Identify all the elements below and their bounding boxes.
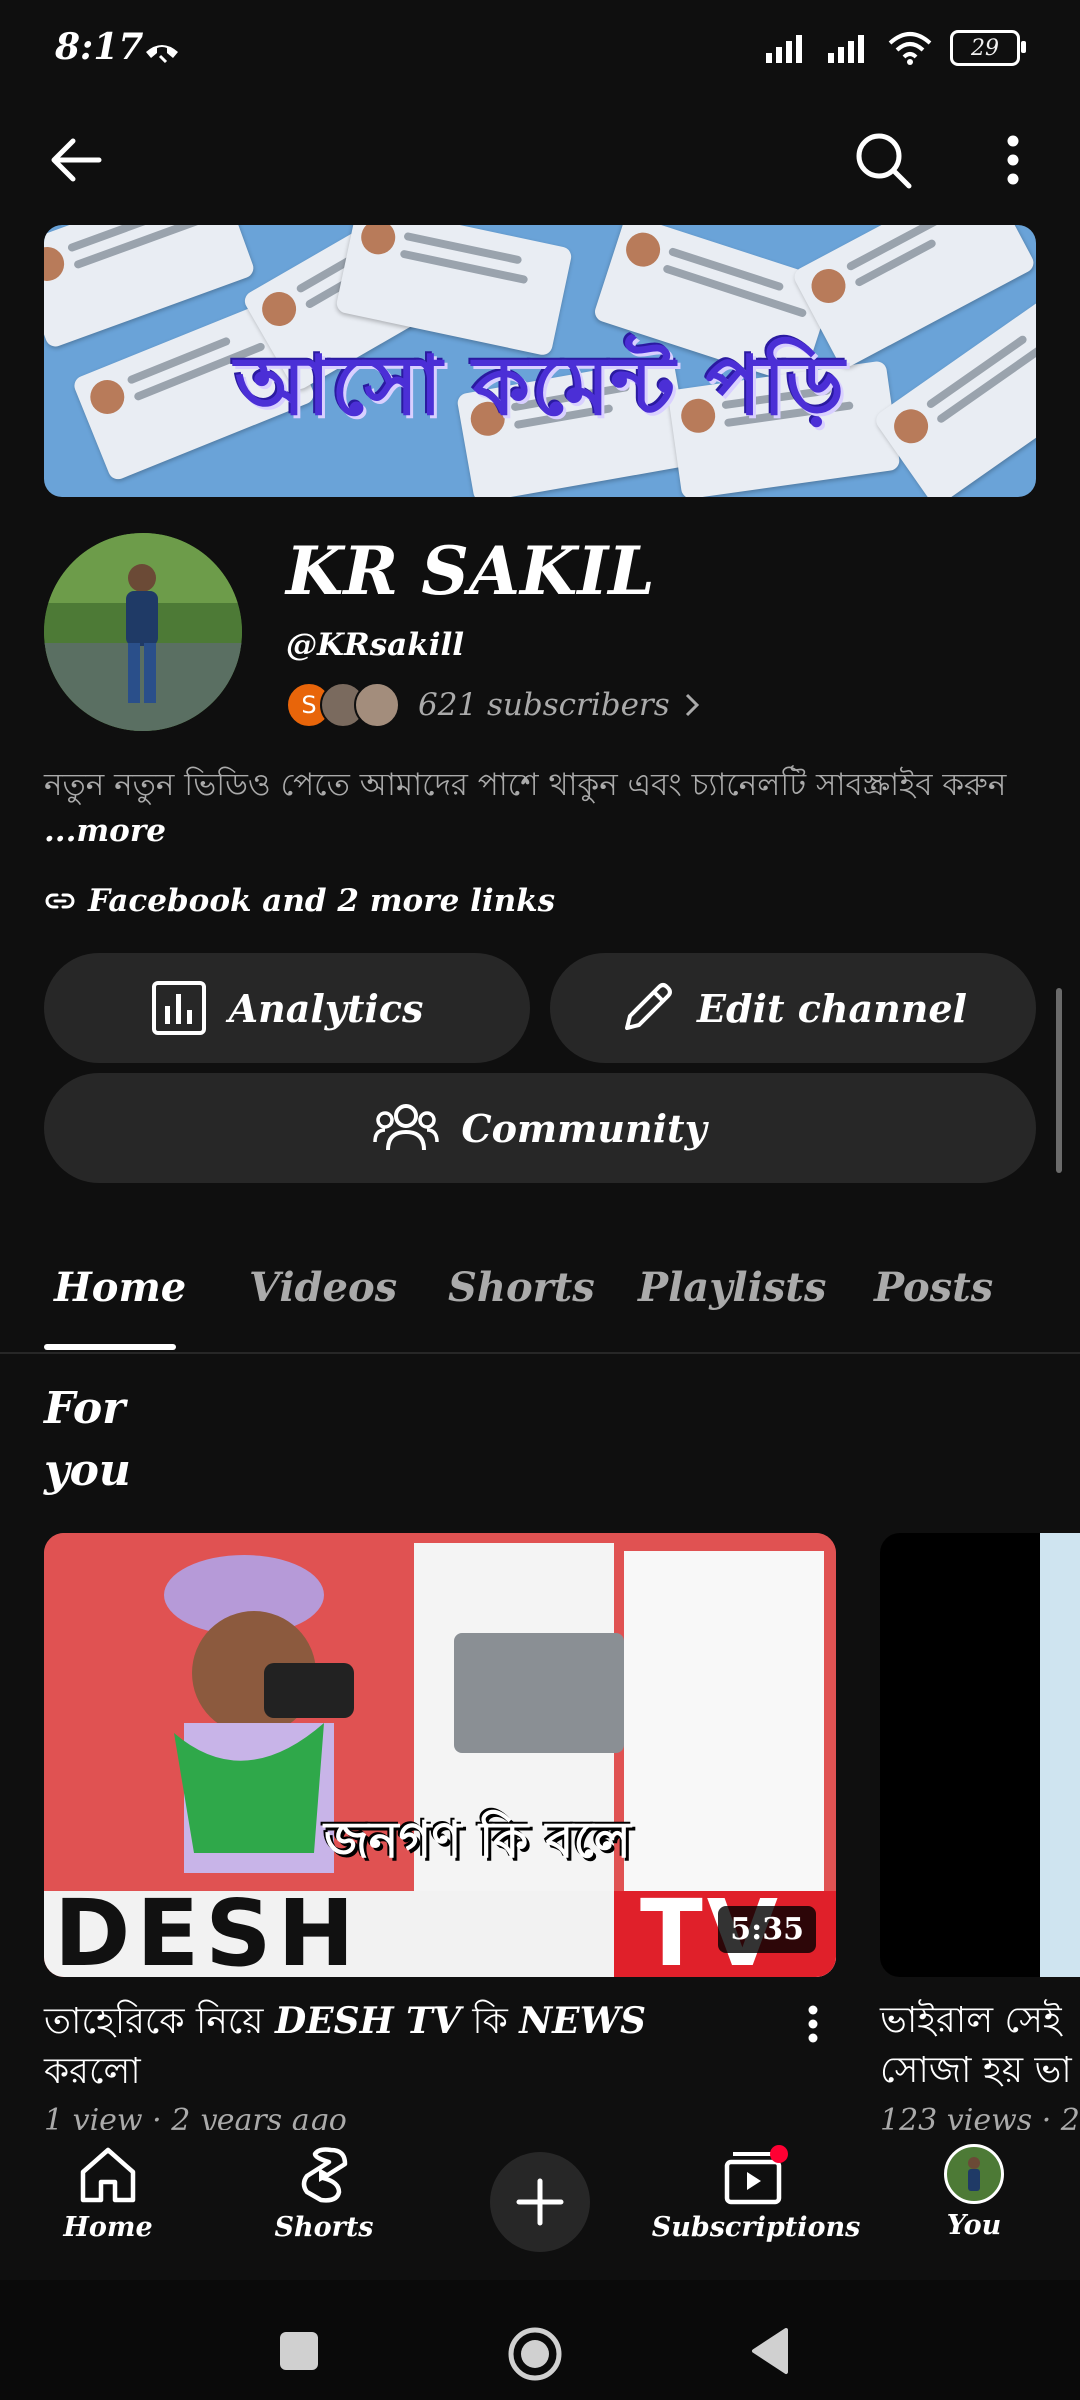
home-icon: [80, 2147, 136, 2203]
video-title-text: করলো: [44, 2051, 141, 2092]
subscriptions-icon: [724, 2145, 788, 2205]
tab-shorts[interactable]: Shorts: [448, 1264, 595, 1311]
subscribers-row[interactable]: S 621 subscribers: [286, 682, 700, 728]
search-icon: [856, 133, 912, 189]
subscriber-avatar: [354, 682, 400, 728]
recents-button[interactable]: [280, 2332, 318, 2370]
create-button[interactable]: [490, 2152, 590, 2252]
nav-home-label: Home: [63, 2212, 153, 2243]
edit-channel-label: Edit channel: [696, 985, 967, 1031]
nav-shorts[interactable]: Shorts: [234, 2144, 414, 2243]
back-arrow-icon: [51, 138, 102, 182]
video-more-button[interactable]: [806, 2004, 820, 2048]
subscriber-count: 621 subscribers: [418, 687, 670, 723]
channel-links[interactable]: Facebook and 2 more links: [44, 883, 555, 919]
search-button[interactable]: [848, 125, 918, 195]
profile-avatar: [944, 2144, 1004, 2204]
thumbnail-strip: [1040, 1533, 1080, 1977]
edit-channel-button[interactable]: Edit channel: [550, 953, 1036, 1063]
video-title-text: সোজা হয় ভা: [880, 2050, 1072, 2091]
more-link[interactable]: ...more: [44, 813, 166, 849]
tab-posts[interactable]: Posts: [874, 1264, 993, 1311]
signal-icon: [766, 35, 802, 63]
more-options-button[interactable]: [978, 125, 1048, 195]
back-triangle-icon: [752, 2328, 788, 2374]
video-title[interactable]: তাহেরিকে নিয়ে DESH TV কি NEWS করলো: [44, 1996, 784, 2097]
analytics-icon: [151, 981, 206, 1035]
more-vert-icon: [1007, 135, 1019, 185]
video-title-text: কি: [460, 2001, 520, 2042]
channel-description[interactable]: নতুন নতুন ভিডিও পেতে আমাদের পাশে থাকুন এ…: [44, 762, 1034, 854]
home-circle-icon: [508, 2327, 562, 2381]
thumbnail-caption: জনগণ কি বলে: [324, 1811, 631, 1869]
video-title-text: ভাইরাল সেই: [880, 2000, 1062, 2041]
video-title[interactable]: ভাইরাল সেই সোজা হয় ভা: [880, 1996, 1080, 2096]
banner-title: আসো কমেন্ট পড়ি: [234, 339, 846, 434]
thumbnail-brand-left: DESH: [54, 1880, 361, 1978]
scrollbar[interactable]: [1056, 988, 1062, 1173]
section-title: For you: [44, 1378, 131, 1502]
channel-tabs: Home Videos Shorts Playlists Posts: [0, 1240, 1080, 1354]
analytics-button[interactable]: Analytics: [44, 953, 530, 1063]
video-thumbnail[interactable]: জনগণ কি বলে DESH TV 5:35: [44, 1533, 836, 1977]
links-label: Facebook and 2 more links: [88, 883, 556, 919]
status-time: 8:17: [55, 26, 144, 68]
nav-you-label: You: [946, 2210, 1002, 2241]
section-title-line2: you: [44, 1445, 131, 1496]
tab-home[interactable]: Home: [54, 1264, 186, 1311]
back-system-button[interactable]: [748, 2326, 790, 2380]
channel-handle: @KRsakill: [286, 627, 465, 663]
home-system-button[interactable]: [507, 2326, 563, 2386]
video-title-text: NEWS: [519, 2000, 647, 2042]
bottom-navigation: Home Shorts Subscriptions You: [0, 2130, 1080, 2280]
call-forward-icon: [142, 34, 182, 68]
channel-name: KR SAKIL: [286, 532, 655, 610]
link-icon: [45, 893, 75, 909]
status-icons: 29: [764, 30, 1026, 66]
video-duration: 5:35: [718, 1906, 816, 1953]
signal-icon-2: [828, 35, 864, 63]
plus-icon: [516, 2178, 564, 2226]
video-title-text: তাহেরিকে নিয়ে: [44, 2001, 275, 2042]
community-label: Community: [461, 1105, 707, 1151]
shorts-icon: [301, 2147, 348, 2203]
nav-subscriptions[interactable]: Subscriptions: [652, 2144, 860, 2243]
nav-you[interactable]: You: [884, 2144, 1064, 2241]
battery-indicator: 29: [950, 30, 1026, 66]
community-icon: [373, 1104, 440, 1151]
nav-shorts-label: Shorts: [274, 2212, 374, 2243]
nav-home[interactable]: Home: [18, 2144, 198, 2243]
chevron-right-icon: [685, 693, 699, 717]
video-title-text: DESH TV: [274, 2000, 461, 2042]
wifi-icon: [888, 32, 932, 65]
system-navigation-bar: [0, 2280, 1080, 2400]
section-title-line1: For: [44, 1383, 126, 1434]
active-tab-indicator: [44, 1344, 176, 1350]
community-button[interactable]: Community: [44, 1073, 1036, 1183]
analytics-label: Analytics: [228, 985, 424, 1031]
video-thumbnail[interactable]: [880, 1533, 1080, 1977]
nav-subscriptions-label: Subscriptions: [651, 2212, 861, 2243]
tab-playlists[interactable]: Playlists: [638, 1264, 826, 1311]
more-vert-icon: [808, 2005, 818, 2043]
tab-videos[interactable]: Videos: [249, 1264, 397, 1311]
description-text: নতুন নতুন ভিডিও পেতে আমাদের পাশে থাকুন এ…: [44, 767, 1007, 803]
channel-avatar[interactable]: [44, 533, 242, 731]
channel-banner: আসো কমেন্ট পড়ি: [44, 225, 1036, 497]
back-button[interactable]: [40, 125, 110, 195]
pencil-icon: [624, 983, 672, 1030]
